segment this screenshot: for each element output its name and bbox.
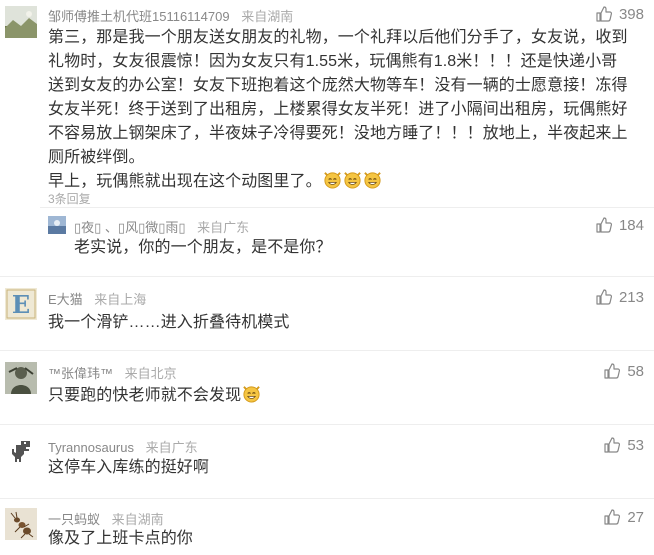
avatar[interactable] [5,436,37,468]
thumbs-up-icon [596,289,613,305]
thumbs-up-icon [604,363,621,379]
avatar[interactable] [5,6,37,38]
comment-text: 只要跑的快老师就不会发现 [48,384,261,408]
like-count: 184 [618,216,644,234]
location: 来自北京 [124,366,177,381]
comment-line: 送到女友的办公室！女友下班抱着这个庞然大物等车！没有一辆的士愿意接！冻得 [48,77,628,94]
divider [40,207,654,208]
divider [0,276,654,277]
avatar[interactable] [48,216,66,234]
like-button[interactable]: 58 [603,362,644,380]
username[interactable]: 一只蚂蚁 [48,512,100,527]
comment-meta: E大猫 来自上海 [48,289,146,308]
thumbs-up-icon [596,217,613,233]
username[interactable]: ▯夜▯ 、▯风▯微▯雨▯ [74,220,186,235]
like-button[interactable]: 213 [595,288,644,306]
grinning-cat-emoji-icon [323,170,342,189]
comment-line: 礼物时，女友很震惊！因为女友只有1.55米，玩偶熊有1.8米！！！还是快递小哥 [48,53,618,70]
like-button[interactable]: 53 [603,436,644,454]
comment-text: 这停车入库练的挺好啊 [48,459,210,476]
username[interactable]: ™张偉玮™ [48,366,113,381]
comment-meta: Tyrannosaurus 来自广东 [48,437,198,456]
like-count: 213 [618,288,644,306]
comment-text: 第三，那是我一个朋友送女朋友的礼物，一个礼拜以后他们分手了，女友说，收到 礼物时… [48,26,628,194]
like-button[interactable]: 27 [603,508,644,526]
like-button[interactable]: 184 [595,216,644,234]
location: 来自广东 [145,440,198,455]
like-count: 27 [627,508,644,526]
divider [0,350,654,351]
location: 来自湖南 [241,9,294,24]
replies-link[interactable]: 3条回复 [48,190,91,207]
location: 来自湖南 [111,512,164,527]
like-count: 398 [618,5,644,23]
svg-text:E: E [12,290,30,319]
thumbs-up-icon [604,509,621,525]
comment-line: 厕所被绊倒。 [48,149,145,166]
comment-line: 女友半死！终于送到了出租房，上楼累得女友半死！进了小隔间出租房，玩偶熊好 [48,101,628,118]
username[interactable]: 邹师傅推土机代班15116114709 [48,9,230,24]
location: 来自广东 [197,220,250,235]
thumbs-up-icon [604,437,621,453]
avatar[interactable]: E [5,288,37,320]
like-count: 53 [627,436,644,454]
grinning-cat-emoji-icon [363,170,382,189]
comment-line: 早上，玩偶熊就出现在这个动图里了。 [48,170,628,194]
thumbs-up-icon [596,6,613,22]
comment-meta: 邹师傅推土机代班15116114709 来自湖南 [48,6,293,25]
comment-meta: 一只蚂蚁 来自湖南 [48,509,164,528]
like-count: 58 [627,362,644,380]
divider [0,498,654,499]
location: 来自上海 [94,292,147,307]
username[interactable]: Tyrannosaurus [48,440,134,455]
comment-line: 第三，那是我一个朋友送女朋友的礼物，一个礼拜以后他们分手了，女友说，收到 [48,29,628,46]
username[interactable]: E大猫 [48,292,83,307]
comment-line: 不容易放上钢架床了，半夜妹子冷得要死！没地方睡了！！！放地上，半夜起来上 [48,125,628,142]
comment-text: 老实说，你的一个朋友，是不是你？ [74,239,332,256]
comment-meta: ™张偉玮™ 来自北京 [48,363,177,382]
avatar[interactable] [5,508,37,540]
grinning-cat-emoji-icon [343,170,362,189]
comment-meta: ▯夜▯ 、▯风▯微▯雨▯ 来自广东 [74,217,249,236]
like-button[interactable]: 398 [595,5,644,23]
grinning-cat-emoji-icon [242,384,261,403]
comment-text: 像及了上班卡点的你 [48,530,193,547]
avatar[interactable] [5,362,37,394]
divider [0,424,654,425]
comment-text: 我一个滑铲……进入折叠待机模式 [48,314,290,331]
